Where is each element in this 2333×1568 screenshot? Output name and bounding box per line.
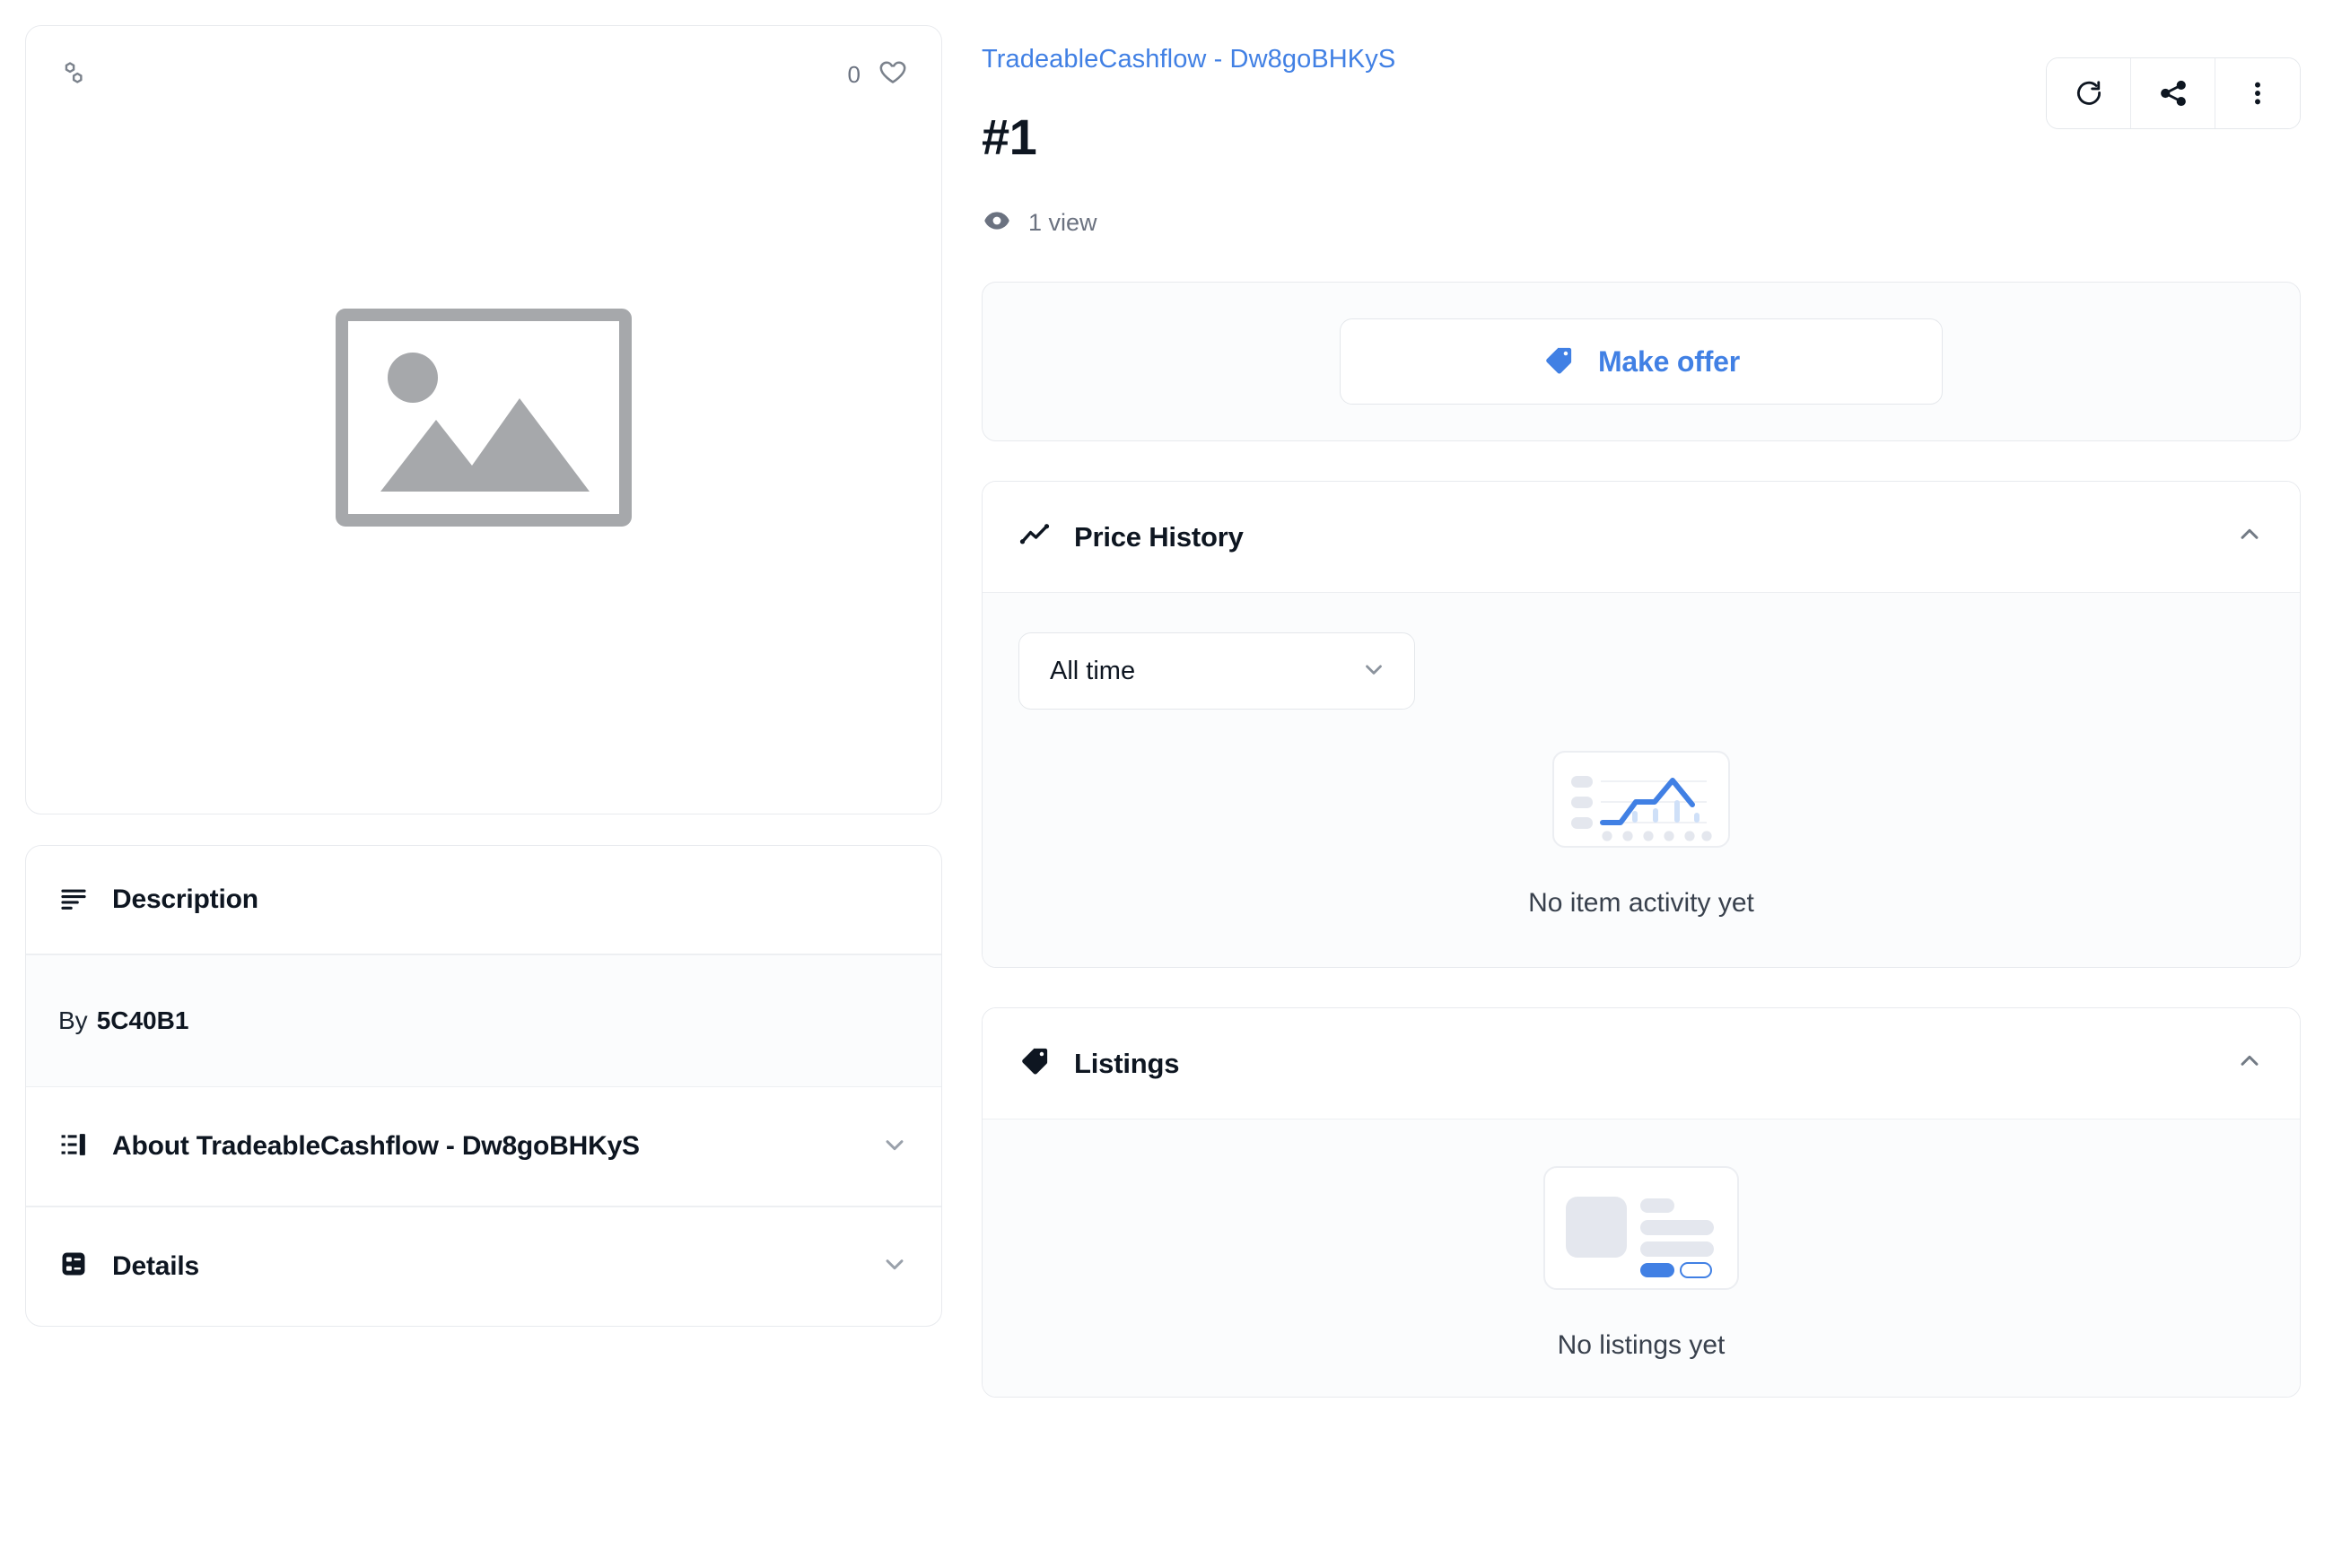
listings-header-left: Listings: [1018, 1045, 1179, 1082]
price-history-panel: Price History All time No item activity …: [982, 481, 2301, 968]
chain-link-icon[interactable]: [58, 57, 89, 92]
details-accordion[interactable]: Details: [26, 1207, 941, 1326]
more-options-button[interactable]: [2215, 58, 2300, 128]
listings-body: No listings yet: [983, 1119, 2300, 1397]
views-row: 1 view: [982, 205, 2301, 240]
make-offer-button[interactable]: Make offer: [1340, 318, 1943, 405]
price-history-header-left: Price History: [1018, 518, 1244, 555]
creator-row: By 5C40B1: [26, 954, 941, 1086]
chevron-down-icon[interactable]: [1360, 656, 1387, 687]
media-toolbar: 0: [26, 26, 941, 123]
price-history-empty-state: No item activity yet: [1018, 751, 2264, 919]
collection-link[interactable]: TradeableCashflow - Dw8goBHKyS: [982, 45, 1395, 74]
price-history-body: All time No item activity yet: [983, 593, 2300, 967]
chevron-up-icon[interactable]: [2235, 520, 2264, 553]
listings-title: Listings: [1074, 1047, 1180, 1079]
time-range-value: All time: [1050, 656, 1136, 685]
heart-outline-icon[interactable]: [877, 57, 909, 93]
tag-filled-icon: [1018, 1045, 1051, 1082]
right-column: TradeableCashflow - Dw8goBHKyS #1 1 view: [982, 25, 2308, 1568]
like-group[interactable]: 0: [848, 57, 909, 93]
details-accordion-left: Details: [58, 1249, 199, 1284]
description-card: Description By 5C40B1 About TradeableCas…: [25, 845, 942, 1327]
tag-icon: [1542, 344, 1575, 379]
listings-header[interactable]: Listings: [983, 1008, 2300, 1119]
by-label: By: [58, 1006, 88, 1034]
make-offer-label: Make offer: [1597, 344, 1741, 378]
chevron-up-icon[interactable]: [2235, 1047, 2264, 1080]
item-header: TradeableCashflow - Dw8goBHKyS #1 1 view: [982, 25, 2301, 240]
properties-grid-icon: [58, 1249, 89, 1284]
item-detail-page: 0 Description By 5C40B1 About TradeableC…: [0, 0, 2333, 1568]
list-detail-icon: [58, 1129, 89, 1164]
chevron-down-icon[interactable]: [880, 1130, 909, 1163]
price-history-empty-text: No item activity yet: [1528, 888, 1754, 918]
image-placeholder-icon: [336, 309, 632, 531]
like-count: 0: [847, 61, 861, 88]
price-history-title: Price History: [1074, 520, 1244, 553]
views-count: 1 view: [1028, 209, 1097, 236]
line-chart-icon: [1018, 518, 1051, 555]
chart-skeleton-illustration: [1552, 751, 1730, 852]
price-history-header[interactable]: Price History: [983, 482, 2300, 593]
listings-panel: Listings No listings yet: [982, 1007, 2301, 1398]
header-action-group: [2046, 57, 2301, 129]
description-title: Description: [112, 884, 258, 914]
listings-empty-text: No listings yet: [1557, 1330, 1726, 1360]
about-accordion-title: About TradeableCashflow - Dw8goBHKyS: [112, 1131, 640, 1162]
description-header: Description: [26, 846, 941, 954]
item-media-card: 0: [25, 25, 942, 814]
text-lines-icon: [58, 883, 89, 918]
refresh-metadata-button[interactable]: [2047, 58, 2131, 128]
chevron-down-icon[interactable]: [880, 1250, 909, 1283]
details-accordion-title: Details: [112, 1250, 199, 1281]
time-range-select[interactable]: All time: [1018, 632, 1415, 710]
share-button[interactable]: [2131, 58, 2215, 128]
creator-address[interactable]: 5C40B1: [97, 1006, 189, 1035]
left-column: 0 Description By 5C40B1 About TradeableC…: [25, 25, 942, 1568]
about-collection-accordion[interactable]: About TradeableCashflow - Dw8goBHKyS: [26, 1087, 941, 1206]
offer-panel: Make offer: [982, 282, 2301, 441]
about-accordion-left: About TradeableCashflow - Dw8goBHKyS: [58, 1129, 640, 1164]
listing-card-skeleton-illustration: [1543, 1166, 1739, 1294]
eye-icon: [982, 205, 1012, 240]
